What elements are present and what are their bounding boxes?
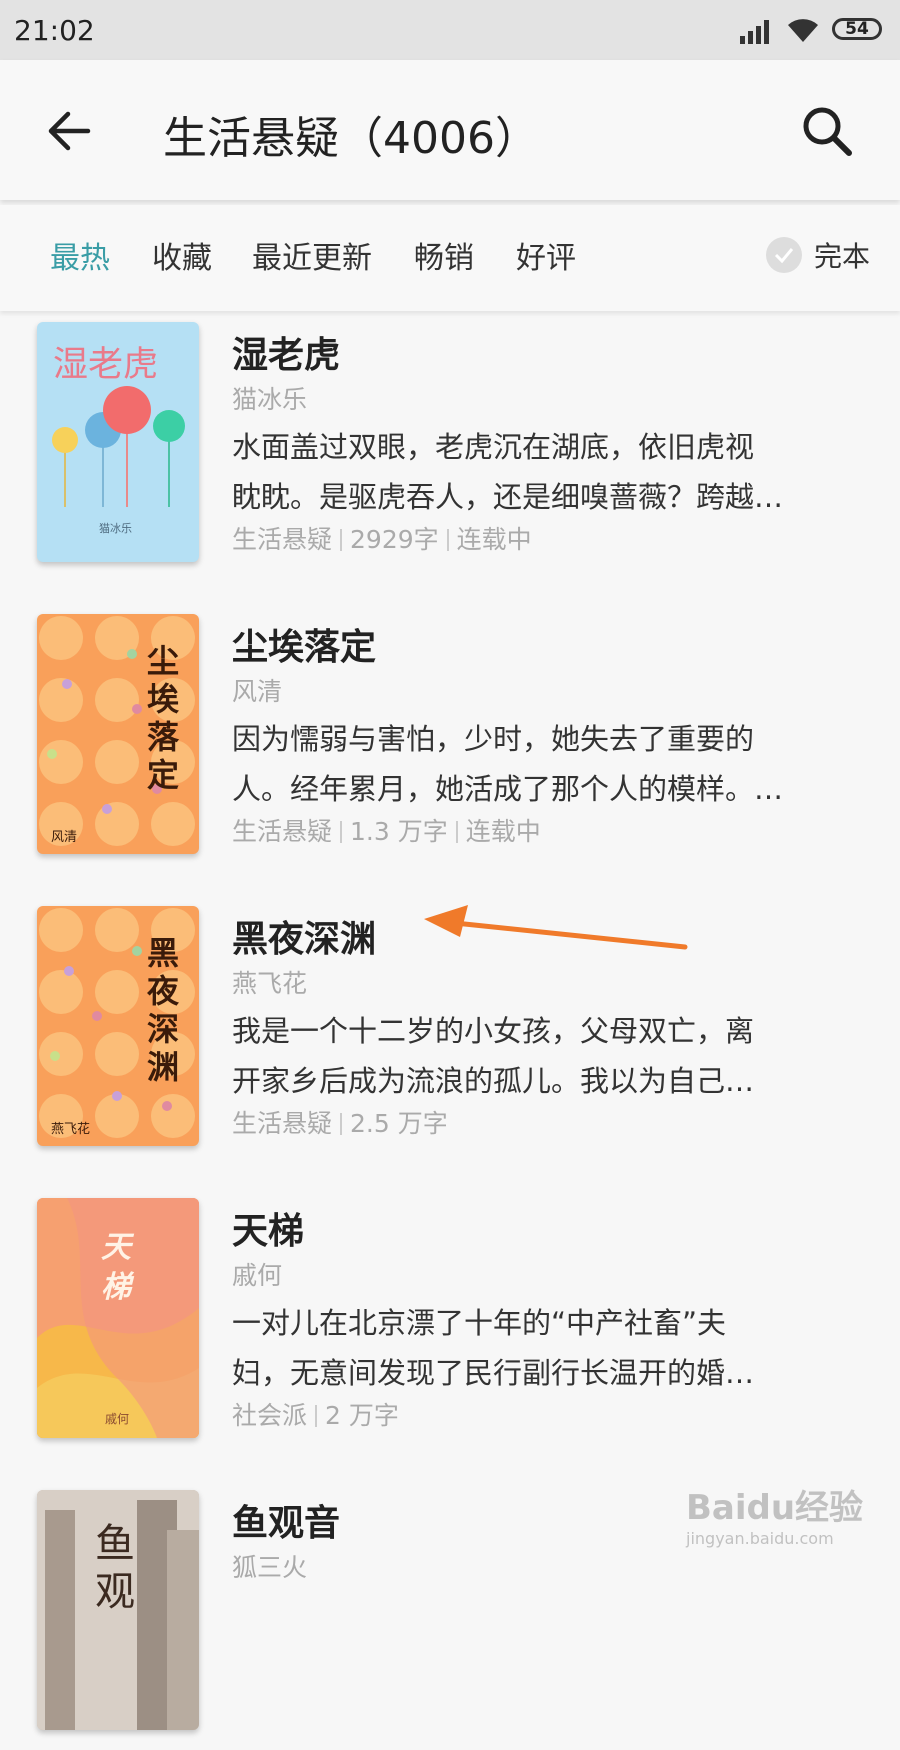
book-word-count: 2.5 万字 bbox=[350, 1109, 448, 1138]
book-author: 狐三火 bbox=[232, 1553, 308, 1582]
book-cover: 天梯 戚何 bbox=[37, 1198, 199, 1438]
tab-recently-updated[interactable]: 最近更新 bbox=[252, 233, 372, 277]
book-word-count: 2 万字 bbox=[325, 1401, 399, 1430]
book-author: 猫冰乐 bbox=[232, 385, 308, 414]
book-meta: 生活悬疑 2.5 万字 bbox=[232, 1104, 448, 1140]
divider bbox=[455, 821, 458, 843]
book-status: 连载中 bbox=[456, 525, 532, 554]
book-category: 生活悬疑 bbox=[232, 525, 333, 554]
description-line: 妇，无意间发现了民行副行长温开的婚… bbox=[232, 1356, 755, 1390]
book-item[interactable]: 湿老虎 猫冰乐 湿老虎 猫冰乐 水面盖过双眼，老虎沉在湖底，依旧虎视 眈眈。是驱… bbox=[0, 322, 900, 582]
filter-tabs: 最热 收藏 最近更新 畅销 好评 完本 bbox=[0, 205, 900, 311]
page-title: 生活悬疑（4006） bbox=[163, 113, 539, 164]
complete-filter-toggle[interactable]: 完本 bbox=[766, 235, 870, 275]
book-cover: 鱼观 bbox=[37, 1490, 199, 1730]
description-line: 一对儿在北京漂了十年的“中产社畜”夫 bbox=[232, 1306, 727, 1340]
battery-icon: 54 bbox=[832, 18, 882, 40]
divider bbox=[315, 1405, 318, 1427]
search-icon[interactable] bbox=[800, 104, 854, 158]
cover-author: 猫冰乐 bbox=[99, 522, 132, 535]
book-category: 生活悬疑 bbox=[232, 817, 333, 846]
book-meta: 生活悬疑 2929字 连载中 bbox=[232, 520, 532, 556]
book-title: 尘埃落定 bbox=[232, 627, 377, 668]
description-line: 我是一个十二岁的小女孩，父母双亡，离 bbox=[232, 1014, 755, 1048]
book-title: 天梯 bbox=[232, 1211, 305, 1252]
description-line: 开家乡后成为流浪的孤儿。我以为自己… bbox=[232, 1064, 755, 1098]
divider bbox=[446, 529, 449, 551]
cover-author: 风清 bbox=[51, 830, 78, 845]
book-description: 一对儿在北京漂了十年的“中产社畜”夫 妇，无意间发现了民行副行长温开的婚… bbox=[232, 1298, 862, 1398]
cover-title: 鱼观 bbox=[95, 1521, 135, 1615]
book-author: 燕飞花 bbox=[232, 969, 308, 998]
status-time: 21:02 bbox=[14, 14, 95, 47]
tab-hottest[interactable]: 最热 bbox=[50, 233, 110, 277]
description-line: 水面盖过双眼，老虎沉在湖底，依旧虎视 bbox=[232, 430, 755, 464]
book-author: 戚何 bbox=[232, 1261, 283, 1290]
cover-title: 尘埃落定 bbox=[147, 642, 180, 794]
tab-bestselling[interactable]: 畅销 bbox=[414, 233, 474, 277]
book-description: 因为懦弱与害怕，少时，她失去了重要的 人。经年累月，她活成了那个人的模样。… bbox=[232, 714, 862, 814]
status-bar: 21:02 54 bbox=[0, 0, 900, 60]
book-category: 生活悬疑 bbox=[232, 1109, 333, 1138]
book-meta: 社会派 2 万字 bbox=[232, 1396, 399, 1432]
book-description: 水面盖过双眼，老虎沉在湖底，依旧虎视 眈眈。是驱虎吞人，还是细嗅蔷薇？跨越… bbox=[232, 422, 862, 522]
check-icon bbox=[766, 237, 802, 273]
annotation-arrow-icon bbox=[424, 905, 688, 950]
watermark: Baidu经验 jingyan.baidu.com bbox=[686, 1480, 886, 1570]
cover-title: 天梯 bbox=[101, 1230, 131, 1305]
cover-author: 戚何 bbox=[105, 1412, 130, 1426]
complete-label: 完本 bbox=[814, 240, 871, 273]
book-item[interactable]: 尘埃落定 风清 尘埃落定 风清 因为懦弱与害怕，少时，她失去了重要的 人。经年累… bbox=[0, 614, 900, 874]
description-line: 因为懦弱与害怕，少时，她失去了重要的 bbox=[232, 722, 755, 756]
divider bbox=[340, 529, 343, 551]
book-title: 鱼观音 bbox=[232, 1503, 341, 1544]
book-cover: 尘埃落定 风清 bbox=[37, 614, 199, 854]
book-category: 社会派 bbox=[232, 1401, 308, 1430]
back-arrow-icon[interactable] bbox=[46, 108, 92, 154]
book-description: 我是一个十二岁的小女孩，父母双亡，离 开家乡后成为流浪的孤儿。我以为自己… bbox=[232, 1006, 862, 1106]
book-meta: 生活悬疑 1.3 万字 连载中 bbox=[232, 812, 541, 848]
watermark-url: jingyan.baidu.com bbox=[686, 1529, 834, 1548]
divider bbox=[340, 1113, 343, 1135]
cover-author: 燕飞花 bbox=[51, 1122, 91, 1137]
watermark-logo: Baidu经验 bbox=[686, 1488, 864, 1528]
book-item[interactable]: 天梯 戚何 天梯 戚何 一对儿在北京漂了十年的“中产社畜”夫 妇，无意间发现了民… bbox=[0, 1198, 900, 1458]
book-cover: 黑夜深渊 燕飞花 bbox=[37, 906, 199, 1146]
book-title: 黑夜深渊 bbox=[232, 919, 377, 960]
cover-title: 湿老虎 bbox=[53, 345, 159, 385]
book-word-count: 2929字 bbox=[350, 525, 439, 554]
wifi-icon bbox=[788, 19, 818, 42]
book-cover: 湿老虎 猫冰乐 bbox=[37, 322, 199, 562]
app-header: 生活悬疑（4006） bbox=[0, 60, 900, 200]
divider bbox=[340, 821, 343, 843]
description-line: 人。经年累月，她活成了那个人的模样。… bbox=[232, 772, 784, 806]
signal-icon bbox=[740, 20, 769, 44]
book-title: 湿老虎 bbox=[232, 335, 341, 376]
description-line: 眈眈。是驱虎吞人，还是细嗅蔷薇？跨越… bbox=[232, 480, 784, 514]
tab-favorites[interactable]: 收藏 bbox=[152, 233, 212, 277]
cover-title: 黑夜深渊 bbox=[147, 934, 180, 1086]
tab-top-rated[interactable]: 好评 bbox=[516, 233, 576, 277]
book-word-count: 1.3 万字 bbox=[350, 817, 448, 846]
book-status: 连载中 bbox=[465, 817, 541, 846]
book-author: 风清 bbox=[232, 677, 283, 706]
